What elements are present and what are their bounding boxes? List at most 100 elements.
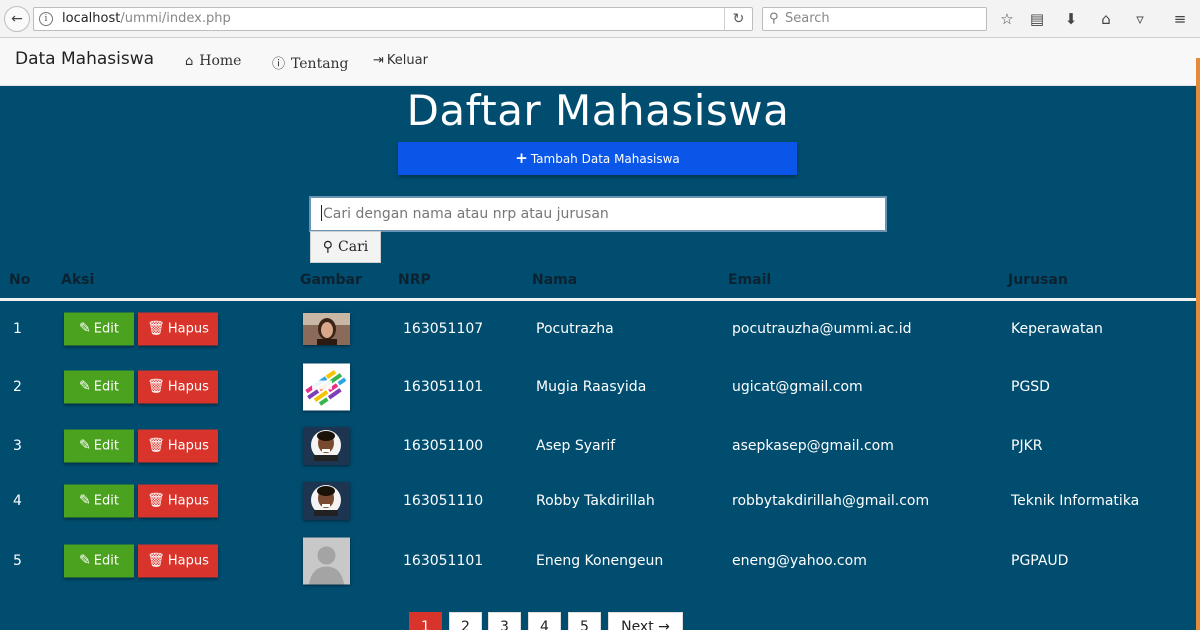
header-no: No (9, 272, 31, 288)
pencil-icon: ✎ (79, 378, 91, 395)
download-icon[interactable]: ⬇ (1060, 8, 1082, 30)
student-photo (303, 427, 350, 465)
pocket-icon[interactable]: ▿ (1129, 8, 1151, 30)
trash-icon: 🗑 (147, 320, 165, 337)
table-row: 5 ✎ Edit 🗑 Hapus 163051101 Eneng Konengeun… (0, 536, 1196, 586)
search-placeholder: Cari dengan nama atau nrp atau jurusan (323, 206, 609, 222)
nav-home[interactable]: ⌂ Home (185, 53, 241, 69)
menu-icon[interactable]: ≡ (1169, 8, 1191, 30)
info-circle-icon: ⓘ (272, 57, 286, 72)
add-student-button[interactable]: + Tambah Data Mahasiswa (398, 142, 797, 175)
cell-nama: Robby Takdirillah (536, 493, 655, 509)
edit-button[interactable]: ✎ Edit (64, 484, 134, 518)
header-gambar: Gambar (300, 272, 362, 288)
cell-jurusan: Keperawatan (1011, 321, 1103, 337)
edit-label: Edit (93, 493, 119, 509)
header-aksi: Aksi (61, 272, 95, 288)
cell-jurusan: PGPAUD (1011, 553, 1069, 569)
edit-button[interactable]: ✎ Edit (64, 370, 134, 404)
browser-search-input[interactable]: ⚲ Search (762, 7, 987, 31)
cell-email: ugicat@gmail.com (732, 379, 863, 395)
url-path: /ummi/index.php (120, 11, 231, 26)
app-navbar: Data Mahasiswa ⌂ Home ⓘ Tentang ⇥ Keluar (0, 38, 1200, 86)
browser-toolbar: ← i localhost/ummi/index.php ↻ ⚲ Search … (0, 0, 1200, 38)
header-jurusan: Jurusan (1008, 272, 1068, 288)
cell-nrp: 163051107 (403, 321, 484, 337)
table-row: 1 ✎ Edit 🗑 Hapus 163051107 Pocutrazha pocu… (0, 304, 1196, 354)
nav-keluar-label: Keluar (386, 53, 428, 68)
hapus-label: Hapus (167, 438, 209, 454)
logout-icon: ⇥ (373, 53, 384, 68)
cell-no: 3 (13, 438, 22, 454)
nav-home-label: Home (199, 53, 242, 69)
default-avatar-icon (303, 537, 350, 585)
back-icon[interactable]: ← (4, 6, 30, 32)
edit-label: Edit (93, 379, 119, 395)
search-icon: ⚲ (322, 239, 334, 255)
page-4-button[interactable]: 4 (528, 612, 561, 630)
search-icon: ⚲ (769, 11, 779, 26)
url-bar[interactable]: i localhost/ummi/index.php ↻ (33, 7, 753, 31)
cell-jurusan: Teknik Informatika (1011, 493, 1140, 509)
info-icon[interactable]: i (39, 12, 53, 26)
pencil-icon: ✎ (79, 437, 91, 454)
hapus-label: Hapus (167, 379, 209, 395)
home-icon[interactable]: ⌂ (1095, 8, 1117, 30)
url-host: localhost (62, 11, 121, 26)
edit-button[interactable]: ✎ Edit (64, 312, 134, 346)
page-3-button[interactable]: 3 (488, 612, 521, 630)
hapus-label: Hapus (167, 553, 209, 569)
cell-nrp: 163051101 (403, 553, 484, 569)
cell-no: 1 (13, 321, 22, 337)
cell-nrp: 163051101 (403, 379, 484, 395)
plus-icon: + (515, 149, 528, 167)
page-5-button[interactable]: 5 (568, 612, 601, 630)
page-1-button[interactable]: 1 (409, 612, 442, 630)
table-row: 3 ✎ Edit 🗑 Hapus 163051100 Asep Syarif ase… (0, 421, 1196, 471)
delete-button[interactable]: 🗑 Hapus (138, 484, 218, 518)
header-nrp: NRP (398, 272, 431, 288)
search-button-label: Cari (338, 239, 369, 255)
trash-icon: 🗑 (147, 552, 165, 569)
bookmark-star-icon[interactable]: ☆ (996, 8, 1018, 30)
scrollbar[interactable] (1196, 58, 1200, 630)
add-student-label: Tambah Data Mahasiswa (530, 152, 680, 166)
header-nama: Nama (532, 272, 578, 288)
delete-button[interactable]: 🗑 Hapus (138, 312, 218, 346)
page-title: Daftar Mahasiswa (406, 86, 790, 135)
search-input[interactable]: Cari dengan nama atau nrp atau jurusan (309, 196, 887, 232)
cell-jurusan: PJKR (1011, 438, 1043, 454)
cell-nama: Eneng Konengeun (536, 553, 664, 569)
brand[interactable]: Data Mahasiswa (15, 49, 154, 69)
cell-jurusan: PGSD (1011, 379, 1050, 395)
table-row: 4 ✎ Edit 🗑 Hapus 163051110 Robby Takdirill… (0, 476, 1196, 526)
edit-button[interactable]: ✎ Edit (64, 429, 134, 463)
browser-search-placeholder: Search (785, 11, 830, 26)
nav-keluar[interactable]: ⇥ Keluar (373, 53, 428, 68)
edit-label: Edit (93, 321, 119, 337)
hapus-label: Hapus (167, 321, 209, 337)
page-2-button[interactable]: 2 (449, 612, 482, 630)
cell-nama: Pocutrazha (536, 321, 614, 337)
trash-icon: 🗑 (147, 378, 165, 395)
nav-tentang[interactable]: ⓘ Tentang (272, 53, 349, 72)
reading-list-icon[interactable]: ▤ (1026, 8, 1048, 30)
student-photo (303, 482, 350, 520)
cell-email: asepkasep@gmail.com (732, 438, 894, 454)
student-photo (303, 313, 350, 345)
delete-button[interactable]: 🗑 Hapus (138, 429, 218, 463)
delete-button[interactable]: 🗑 Hapus (138, 370, 218, 404)
trash-icon: 🗑 (147, 492, 165, 509)
edit-button[interactable]: ✎ Edit (64, 544, 134, 578)
next-page-button[interactable]: Next → (608, 612, 683, 630)
delete-button[interactable]: 🗑 Hapus (138, 544, 218, 578)
reload-icon[interactable]: ↻ (724, 8, 752, 30)
cell-no: 2 (13, 379, 22, 395)
nav-tentang-label: Tentang (291, 56, 349, 72)
cell-no: 5 (13, 553, 22, 569)
home-icon: ⌂ (185, 54, 194, 69)
edit-label: Edit (93, 553, 119, 569)
search-button[interactable]: ⚲ Cari (310, 231, 381, 263)
cell-email: robbytakdirillah@gmail.com (732, 493, 930, 509)
hapus-label: Hapus (167, 493, 209, 509)
